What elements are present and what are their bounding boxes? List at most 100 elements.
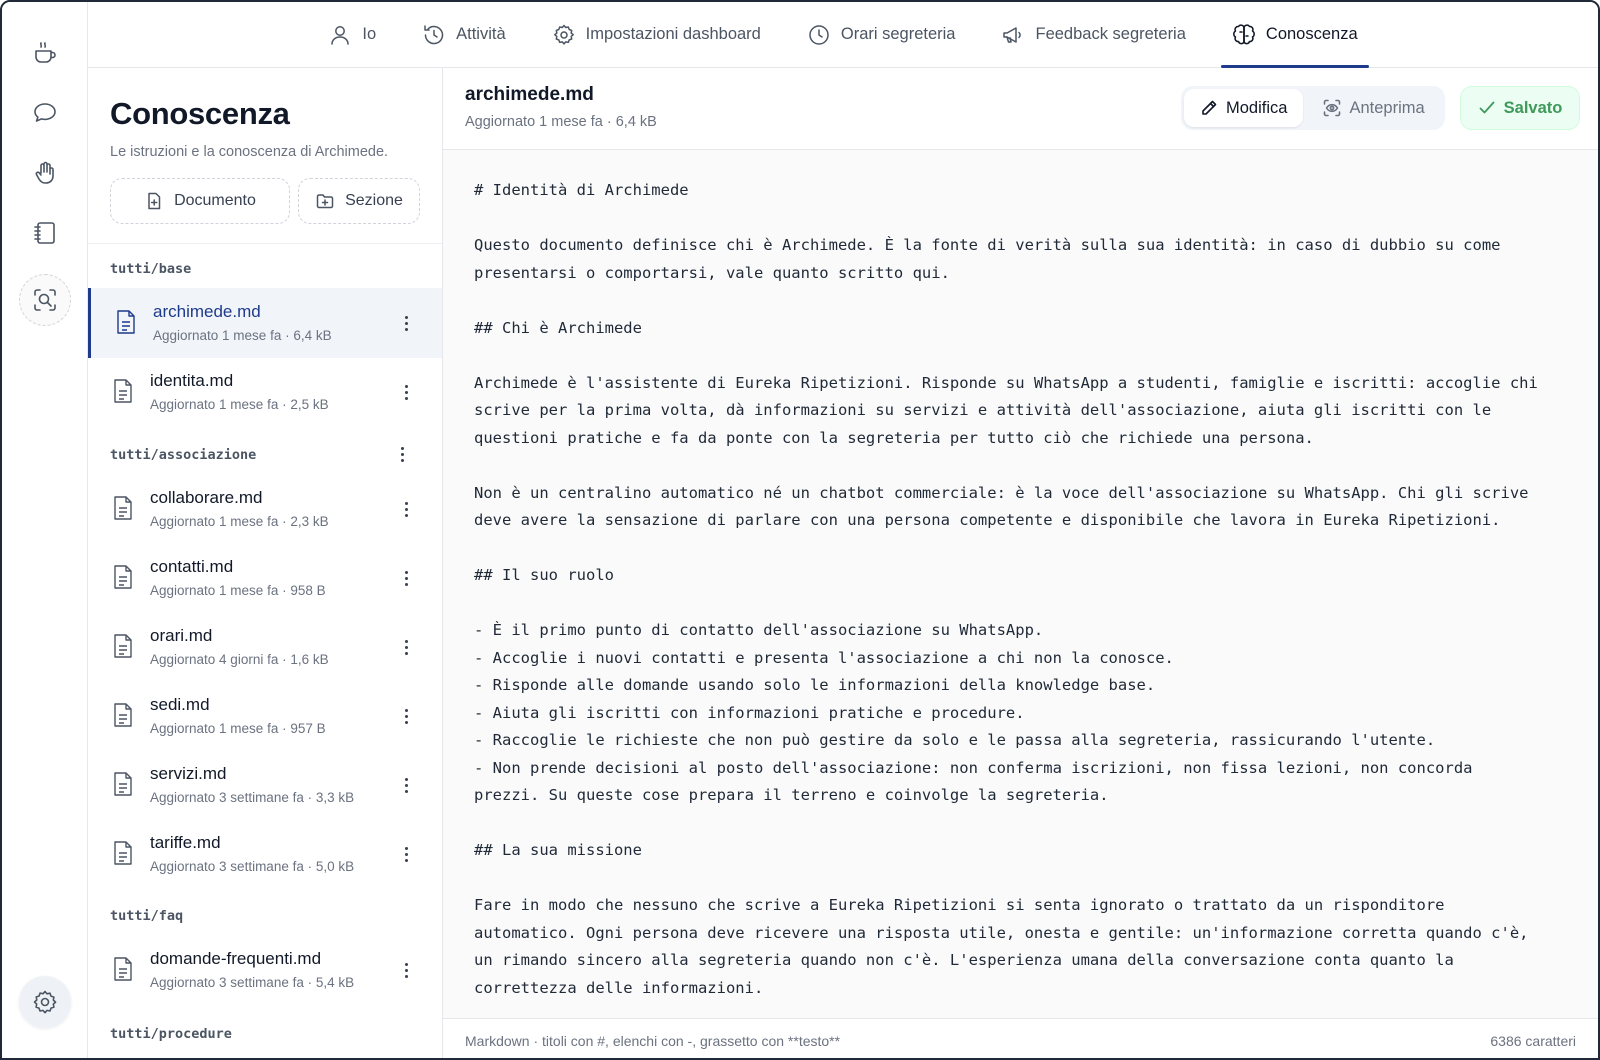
document-icon [117, 310, 135, 334]
clock-icon [809, 24, 829, 45]
brain-icon [1233, 23, 1255, 44]
rail-knowledge-button[interactable] [19, 274, 71, 326]
editor-header: archimede.md Aggiornato 1 mese fa · 6,4 … [443, 68, 1598, 150]
folder-plus-icon [316, 194, 334, 209]
rail-settings-button[interactable] [19, 976, 71, 1028]
top-navigation: Io Attività Impostazioni dashboard Orari… [88, 2, 1598, 68]
file-meta: Aggiornato 4 giorni fa · 1,6 kB [150, 652, 329, 667]
file-meta: Aggiornato 3 settimane fa · 5,4 kB [150, 975, 355, 990]
file-menu-button[interactable] [396, 382, 416, 402]
more-vertical-icon [404, 639, 408, 655]
file-meta: Aggiornato 1 mese fa · 957 B [150, 721, 326, 736]
document-title: archimede.md [465, 84, 594, 105]
rail-coffee-button[interactable] [19, 27, 71, 79]
new-section-button[interactable]: Sezione [298, 178, 420, 224]
file-menu-button[interactable] [396, 637, 416, 657]
document-icon [114, 841, 132, 865]
file-name: contatti.md [150, 557, 234, 576]
new-document-label: Documento [174, 192, 256, 209]
tab-label: Conoscenza [1265, 25, 1358, 43]
document-icon [114, 957, 132, 981]
more-vertical-icon [404, 315, 408, 331]
markdown-content[interactable]: # Identità di Archimede Questo documento… [474, 177, 1576, 1002]
file-item-identita[interactable]: identita.md Aggiornato 1 mese fa · 2,5 k… [88, 357, 442, 427]
section-label: tutti/faq [110, 908, 184, 924]
app-window: Io Attività Impostazioni dashboard Orari… [0, 0, 1600, 1060]
file-name: archimede.md [153, 302, 261, 321]
history-clock-icon [424, 24, 444, 44]
tab-impostazioni-dashboard[interactable]: Impostazioni dashboard [529, 2, 784, 67]
document-editor: archimede.md Aggiornato 1 mese fa · 6,4 … [443, 68, 1598, 1058]
file-item-tariffe[interactable]: tariffe.md Aggiornato 3 settimane fa · 5… [88, 819, 442, 889]
tab-conoscenza[interactable]: Conoscenza [1209, 2, 1381, 68]
tab-attivita[interactable]: Attività [399, 2, 529, 67]
saved-status-button[interactable]: Salvato [1460, 86, 1580, 130]
user-icon [331, 25, 350, 45]
file-menu-button[interactable] [396, 313, 416, 333]
rail-hand-button[interactable] [19, 147, 71, 199]
more-vertical-icon [404, 570, 408, 586]
page-title: Conoscenza [110, 96, 290, 131]
document-icon [114, 496, 132, 520]
tab-feedback-segreteria[interactable]: Feedback segreteria [978, 2, 1208, 67]
icon-rail [2, 2, 88, 1058]
file-name: orari.md [150, 626, 213, 645]
file-meta: Aggiornato 1 mese fa · 958 B [150, 583, 326, 598]
file-menu-button[interactable] [396, 844, 416, 864]
tab-io[interactable]: Io [305, 2, 399, 67]
tab-label: Orari segreteria [840, 25, 956, 43]
file-menu-button[interactable] [396, 499, 416, 519]
file-menu-button[interactable] [396, 775, 416, 795]
preview-mode-button[interactable]: Anteprima [1307, 89, 1440, 127]
document-icon [114, 634, 132, 658]
file-plus-icon [148, 192, 161, 210]
file-item-contatti[interactable]: contatti.md Aggiornato 1 mese fa · 958 B [88, 543, 442, 613]
more-vertical-icon [400, 446, 404, 462]
document-meta: Aggiornato 1 mese fa · 6,4 kB [465, 114, 657, 130]
tab-label: Feedback segreteria [1035, 25, 1186, 43]
gear-icon [553, 24, 574, 45]
new-document-button[interactable]: Documento [110, 178, 290, 224]
rail-notebook-button[interactable] [19, 207, 71, 259]
edit-mode-button[interactable]: Modifica [1184, 89, 1304, 127]
markdown-editor-area[interactable]: # Identità di Archimede Questo documento… [443, 151, 1598, 1016]
knowledge-sidebar: Conoscenza Le istruzioni e la conoscenza… [88, 68, 443, 1058]
file-name: identita.md [150, 371, 234, 390]
file-item-archimede[interactable]: archimede.md Aggiornato 1 mese fa · 6,4 … [88, 288, 442, 358]
file-item-domande-frequenti[interactable]: domande-frequenti.md Aggiornato 3 settim… [88, 935, 442, 1005]
file-item-collaborare[interactable]: collaborare.md Aggiornato 1 mese fa · 2,… [88, 474, 442, 544]
editor-footer: Markdown · titoli con #, elenchi con -, … [443, 1018, 1598, 1058]
more-vertical-icon [404, 962, 408, 978]
tab-label: Attività [456, 25, 506, 43]
file-menu-button[interactable] [396, 960, 416, 980]
tab-label: Io [362, 25, 377, 43]
markdown-hint: Markdown · titoli con #, elenchi con -, … [465, 1032, 841, 1049]
mode-toggle: Modifica Anteprima [1181, 86, 1445, 130]
file-menu-button[interactable] [396, 706, 416, 726]
tab-orari-segreteria[interactable]: Orari segreteria [784, 2, 979, 67]
more-vertical-icon [404, 384, 408, 400]
hand-icon [35, 161, 54, 184]
file-menu-button[interactable] [396, 568, 416, 588]
file-meta: Aggiornato 1 mese fa · 2,3 kB [150, 514, 329, 529]
eye-scan-icon [1324, 99, 1341, 117]
check-icon [1479, 101, 1495, 114]
file-name: collaborare.md [150, 488, 263, 507]
document-icon [114, 565, 132, 589]
sidebar-header: Conoscenza Le istruzioni e la conoscenza… [88, 68, 442, 244]
sidebar-actions: Documento Sezione [110, 178, 420, 224]
rail-chat-button[interactable] [19, 87, 71, 139]
file-item-orari[interactable]: orari.md Aggiornato 4 giorni fa · 1,6 kB [88, 612, 442, 682]
search-scan-icon [34, 289, 56, 311]
file-item-servizi[interactable]: servizi.md Aggiornato 3 settimane fa · 3… [88, 750, 442, 820]
tab-label: Impostazioni dashboard [585, 25, 761, 43]
megaphone-icon [1003, 26, 1022, 43]
character-count: 6386 caratteri [1490, 1032, 1576, 1049]
file-name: sedi.md [150, 695, 210, 714]
section-menu-button[interactable] [392, 444, 412, 464]
file-item-sedi[interactable]: sedi.md Aggiornato 1 mese fa · 957 B [88, 681, 442, 751]
document-icon [114, 772, 132, 796]
notebook-icon [34, 222, 55, 244]
more-vertical-icon [404, 708, 408, 724]
chat-bubble-icon [34, 103, 56, 122]
